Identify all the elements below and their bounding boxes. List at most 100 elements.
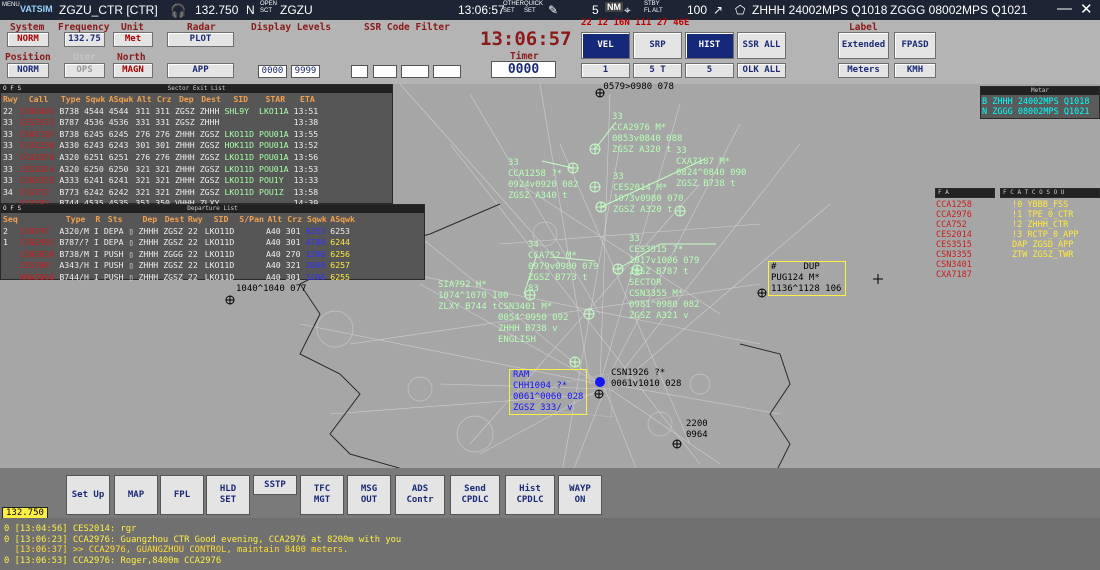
level-high-input[interactable]: 9999 xyxy=(291,65,320,78)
arrival-item[interactable]: CCA2976 xyxy=(936,210,972,220)
headset-icon[interactable]: 🎧 xyxy=(170,3,186,19)
tag-ces2014[interactable]: 33 CES2014 M* 1073v0980 070 ZGSZ A320 t xyxy=(613,172,683,216)
send-cpdlc-button[interactable]: Send CPDLC xyxy=(450,475,500,515)
table-row[interactable]: 33 CXA7187 B738 6245 6245 276 276 ZHHH ZGSZ LKO11… xyxy=(3,129,321,140)
tag-csn3401[interactable]: CSN3401 M* 0054^0950 092 ZHHH B738 v ENG… xyxy=(498,302,568,346)
sstp-button[interactable]: SSTP xyxy=(253,475,297,495)
table-row[interactable]: 33 CES2014 A320 6250 6250 321 321 ZHHH ZGSZ LKO11… xyxy=(3,164,321,175)
departure-list[interactable]: O F S Departure List Seq Type R Sts Dep Dest Rw… xyxy=(0,204,425,283)
olk-all-button[interactable]: OLK ALL xyxy=(737,63,786,78)
table-row[interactable]: HNA3060 B744/H I PUSH ▯ ZHHH ZGSZ 22 LKO11D A40 30… xyxy=(3,272,355,283)
ssr-filter-input-1[interactable] xyxy=(351,65,368,78)
level-low-input[interactable]: 0000 xyxy=(258,65,287,78)
hist-value[interactable]: 5 xyxy=(685,63,734,78)
fpl-button[interactable]: FPL xyxy=(160,475,204,515)
tag-chh1004[interactable]: RAM CHH1004 ?* 0061^0060 028 ZGSZ 333/ v xyxy=(509,369,588,415)
arrival-item[interactable]: CES2014 xyxy=(936,230,972,240)
table-row[interactable]: 33 CSN3355 A333 6241 6241 321 321 ZHHH ZGSZ LKO11… xyxy=(3,176,321,186)
arrival-item[interactable]: CSN3401 xyxy=(936,260,972,270)
timer-input[interactable]: 0000 xyxy=(491,61,556,78)
hist-cpdlc-button[interactable]: Hist CPDLC xyxy=(505,475,555,515)
vel-button[interactable]: VEL xyxy=(581,32,630,59)
tag-pug124[interactable]: # DUP PUG124 M* 1136^1128 106 xyxy=(768,261,847,296)
wayp-on-button[interactable]: WAYP ON xyxy=(558,475,602,515)
menu-button[interactable]: MENU xyxy=(2,2,20,9)
table-row[interactable]: 22 CSN3401 B738 4544 4544 311 311 ZGSZ ZHHH SHL9Y… xyxy=(3,106,321,117)
atc-item[interactable]: ZTW ZGSZ_TWR xyxy=(1012,250,1079,260)
radar-app-button[interactable]: APP xyxy=(167,63,234,78)
ssr-filter-input-4[interactable] xyxy=(433,65,461,78)
tag-west[interactable]: 1040^1040 077 xyxy=(236,284,306,295)
atc-item[interactable]: !0 YBBB_FSS xyxy=(1012,200,1079,210)
ssr-all-button[interactable]: SSR ALL xyxy=(737,32,786,59)
extended-button[interactable]: Extended xyxy=(838,32,889,59)
ssr-filter-input-2[interactable] xyxy=(373,65,397,78)
meters-button[interactable]: Meters xyxy=(838,63,889,78)
table-row[interactable]: 1 CSN2992 B787/? I DEPA ▯ ZHHH ZGSZ 22 LKO11D A40 3… xyxy=(3,238,355,248)
tag-csn1926[interactable]: CSN1926 ?* 0061v1010 028 xyxy=(611,368,681,390)
stby-alt-button[interactable]: STBY FL ALT xyxy=(644,1,666,15)
table-row[interactable]: 2 CSN797 A320/M I DEPA ▯ ZHHH ZGSZ 22 LKO11D A40 30… xyxy=(3,226,355,237)
tfc-mgt-button[interactable]: TFC MGT xyxy=(300,475,344,515)
fpasd-button[interactable]: FPASD xyxy=(894,32,936,59)
ssr-filter-input-3[interactable] xyxy=(401,65,429,78)
column-header: Sqwk xyxy=(85,94,106,104)
arrival-list-header[interactable]: F A xyxy=(935,188,995,198)
position-button[interactable]: NORM xyxy=(7,63,49,78)
tag-cca2976[interactable]: 33 CCA2976 M* 0853v0840 088 ZGSZ A320 t xyxy=(612,112,682,156)
user-button[interactable]: OPS xyxy=(64,63,105,78)
msg-out-button[interactable]: MSG OUT xyxy=(347,475,391,515)
selected-target[interactable] xyxy=(595,377,605,387)
pen-icon[interactable]: ✎ xyxy=(548,3,558,17)
tag-cca752[interactable]: 34 CCA752 M* 0979v0980 079 ZGSZ B773 t 8… xyxy=(528,240,598,295)
atc-item[interactable]: !3 RCTP_0_APP xyxy=(1012,230,1079,240)
radar-plot-button[interactable]: PLOT xyxy=(167,32,234,47)
arrival-item[interactable]: CES3515 xyxy=(936,240,972,250)
open-sct-button[interactable]: OPEN SCT xyxy=(260,1,277,15)
arrival-item[interactable]: CCA1258 xyxy=(936,200,972,210)
table-row[interactable]: 34 CCA752 B773 6242 6242 321 321 ZHHH ZGSZ LKO11D… xyxy=(3,187,321,198)
arrival-item[interactable]: CSN3355 xyxy=(936,250,972,260)
hist-button[interactable]: HIST xyxy=(685,32,734,59)
atc-item[interactable]: !1 TPE_0_CTR xyxy=(1012,210,1079,220)
tag-cca1258[interactable]: 33 CCA1258 ?* 0924v0920 082 ZGSZ A340 t xyxy=(508,158,578,202)
arrival-item[interactable]: CXA7187 xyxy=(936,270,972,280)
other-set-button[interactable]: OTHER SET xyxy=(503,1,524,15)
tag-2200[interactable]: 2200 0964 xyxy=(686,419,708,441)
tag-north[interactable]: 0579>0980 078 xyxy=(598,82,673,93)
ads-contr-button[interactable]: ADS Contr xyxy=(395,475,445,515)
hld-set-button[interactable]: HLD SET xyxy=(206,475,250,515)
atc-item[interactable]: !2 ZHHH_CTR xyxy=(1012,220,1079,230)
sector-exit-list[interactable]: O F S Sector Exit List Rwy Call Type Sqwk ASq… xyxy=(0,84,393,208)
north-button[interactable]: MAGN xyxy=(113,63,153,78)
close-button[interactable]: ✕ xyxy=(1080,0,1093,18)
message-log[interactable]: 0 [13:04:56] CES2014: rgr 0 [13:06:23] C… xyxy=(0,518,1100,570)
map-button[interactable]: MAP xyxy=(114,475,158,515)
arrival-item[interactable]: CCA752 xyxy=(936,220,972,230)
range-arrow-icon[interactable]: ↗ xyxy=(713,3,723,17)
kmh-button[interactable]: KMH xyxy=(894,63,936,78)
table-row[interactable]: 33 CCA2976 A320 6251 6251 276 276 ZHHH ZGSZ LKO11… xyxy=(3,152,321,163)
frequency-button[interactable]: 132.75 xyxy=(64,32,105,47)
system-button[interactable]: NORM xyxy=(7,32,49,47)
tag-ces3515[interactable]: 33 CES3515 ?* 1017v1006 079 ZGSZ B787 t … xyxy=(629,234,699,322)
metar-window[interactable]: Metar B ZHHH 24002MPS Q1018 N ZGGG 08002… xyxy=(980,86,1100,119)
srp-button[interactable]: SRP xyxy=(633,32,682,59)
table-row[interactable]: 33 CES3515 B787 4536 4536 331 331 ZGSZ ZHHH 13:38 xyxy=(3,118,321,128)
radar-scope[interactable]: 0579>0980 078 33 CCA2976 M* 0853v0840 08… xyxy=(0,82,1100,518)
column-header: SID xyxy=(233,94,249,104)
table-row[interactable]: 33 CCA1258 A330 6243 6243 301 301 ZHHH ZGSZ HOK11… xyxy=(3,141,321,151)
setup-button[interactable]: Set Up xyxy=(66,475,110,515)
unit-button[interactable]: Met xyxy=(113,32,153,47)
table-row[interactable]: CES708 A343/H I PUSH ▯ ZHHH ZGSZ 22 LKO11D A40 321… xyxy=(3,261,355,271)
atc-list-header[interactable]: F C A T C O S O U xyxy=(1000,188,1100,198)
nm-toggle[interactable]: NM xyxy=(605,2,623,12)
tag-cxa7187[interactable]: 33 CXA7187 M* 0824^0840 090 ZGSZ B738 t xyxy=(676,146,746,190)
vel-value[interactable]: 1 xyxy=(581,63,630,78)
atc-item[interactable]: DAP ZGSD_APP xyxy=(1012,240,1079,250)
quick-set-button[interactable]: QUICK SET xyxy=(524,1,543,15)
srp-value[interactable]: 5 T xyxy=(633,63,682,78)
minimize-button[interactable]: — xyxy=(1057,0,1072,17)
measure-icon[interactable]: ⌖ xyxy=(624,3,631,18)
table-row[interactable]: CSN3830 B738/M I PUSH ▯ ZHHH ZGGG 22 LKO11D A40 27… xyxy=(3,249,355,260)
